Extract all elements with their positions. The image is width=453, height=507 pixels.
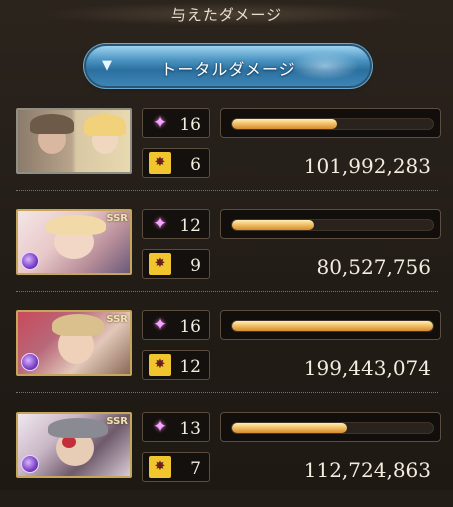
sparkle-icon: ✦ [152,214,168,234]
party-row: SSR ✦ 13 ✸ 7 112,724,863 [0,412,453,507]
skill-count: 12 [179,216,201,236]
chain-count-box: ✸ 6 [142,148,210,178]
dark-element-icon [21,353,39,371]
skill-count-box: ✦ 12 [142,209,210,239]
character-portrait[interactable]: SSR [16,209,132,275]
party-row: SSR ✦ 16 ✸ 12 199,443,074 [0,310,453,405]
damage-value: 199,443,074 [303,356,431,380]
damage-bar-fill [232,119,337,129]
chain-count-box: ✸ 12 [142,350,210,380]
total-damage-button[interactable]: ▼ トータルダメージ [86,46,370,86]
damage-value: 112,724,863 [303,458,431,482]
chain-count: 6 [190,155,201,175]
chain-count-box: ✸ 7 [142,452,210,482]
chain-count: 7 [190,459,201,479]
skill-count: 16 [179,115,201,135]
damage-bar-fill [232,220,315,230]
party-row: SSR ✦ 12 ✸ 9 80,527,756 [0,209,453,304]
chain-count: 9 [190,256,201,276]
chain-burst-icon: ✸ [149,456,171,478]
skill-count-box: ✦ 13 [142,412,210,442]
party-row: ✦ 16 ✸ 6 101,992,283 [0,108,453,203]
character-portrait[interactable]: SSR [16,412,132,478]
dark-element-icon [21,455,39,473]
damage-bar-fill [232,321,433,331]
damage-panel: 与えたダメージ ▼ トータルダメージ ✦ 16 ✸ 6 101,992,283 [0,0,453,490]
chain-burst-icon: ✸ [149,253,171,275]
row-divider [16,392,438,393]
damage-bar-fill [232,423,347,433]
damage-value: 80,527,756 [316,255,431,279]
row-divider [16,291,438,292]
sparkle-icon: ✦ [152,113,168,133]
damage-bar [220,412,441,442]
damage-value: 101,992,283 [303,154,431,178]
chain-count-box: ✸ 9 [142,249,210,279]
header: 与えたダメージ [0,0,453,28]
page-title: 与えたダメージ [170,5,283,24]
rarity-badge: SSR [106,416,128,427]
chain-burst-icon: ✸ [149,354,171,376]
skill-count-box: ✦ 16 [142,310,210,340]
damage-bar [220,310,441,340]
button-decoration [290,52,360,80]
character-portrait[interactable]: SSR [16,310,132,376]
skill-count: 13 [179,419,201,439]
chain-burst-icon: ✸ [149,152,171,174]
row-divider [16,190,438,191]
damage-bar [220,209,441,239]
sparkle-icon: ✦ [152,417,168,437]
damage-bar [220,108,441,138]
sparkle-icon: ✦ [152,315,168,335]
skill-count-box: ✦ 16 [142,108,210,138]
character-portrait[interactable] [16,108,132,174]
rarity-badge: SSR [106,213,128,224]
chain-count: 12 [179,357,201,377]
rarity-badge: SSR [106,314,128,325]
skill-count: 16 [179,317,201,337]
dark-element-icon [21,252,39,270]
